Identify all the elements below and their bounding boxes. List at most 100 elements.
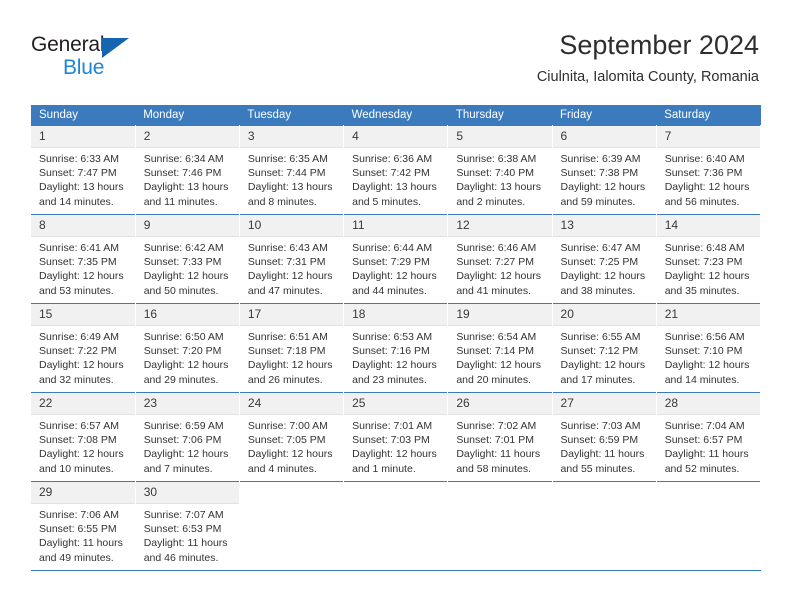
day-cell[interactable]: 4 Sunrise: 6:36 AM Sunset: 7:42 PM Daylight… — [343, 125, 449, 215]
day-number: 21 — [656, 304, 760, 326]
sunrise-text: Sunrise: 6:59 AM — [143, 420, 224, 432]
day-cell[interactable]: 23 Sunrise: 6:59 AM Sunset: 7:06 PM Dayligh… — [135, 392, 240, 482]
general-blue-logo: General Blue — [31, 33, 151, 81]
day-cell[interactable]: 22 Sunrise: 6:57 AM Sunset: 7:08 PM Dayligh… — [31, 392, 136, 482]
sunset-text: Sunset: 7:27 PM — [456, 256, 534, 269]
day-details: Sunrise: 6:38 AM Sunset: 7:40 PM Daylight:… — [448, 148, 551, 209]
sunset-text: Sunset: 7:40 PM — [456, 167, 534, 180]
day-cell[interactable]: 8 Sunrise: 6:41 AM Sunset: 7:35 PM Daylight… — [31, 214, 136, 304]
day-cell[interactable]: 2 Sunrise: 6:34 AM Sunset: 7:46 PM Daylight… — [135, 125, 240, 215]
day-number: 18 — [344, 304, 448, 326]
day-cell[interactable]: 21 Sunrise: 6:56 AM Sunset: 7:10 PM Dayligh… — [656, 303, 762, 393]
daylight-text: Daylight: 12 hours and 44 minutes. — [352, 270, 437, 297]
sunrise-text: Sunrise: 6:39 AM — [560, 153, 641, 165]
day-cell[interactable]: 16 Sunrise: 6:50 AM Sunset: 7:20 PM Dayligh… — [135, 303, 240, 393]
daylight-text: Daylight: 12 hours and 17 minutes. — [560, 359, 646, 386]
day-cell[interactable]: 1 Sunrise: 6:33 AM Sunset: 7:47 PM Daylight… — [31, 125, 136, 215]
sunrise-text: Sunrise: 6:33 AM — [39, 153, 119, 165]
day-cell[interactable]: 5 Sunrise: 6:38 AM Sunset: 7:40 PM Daylight… — [447, 125, 553, 215]
day-cell[interactable]: 11 Sunrise: 6:44 AM Sunset: 7:29 PM Dayligh… — [343, 214, 449, 304]
day-details: Sunrise: 7:03 AM Sunset: 6:59 PM Daylight:… — [553, 415, 656, 476]
daylight-text: Daylight: 12 hours and 4 minutes. — [247, 448, 333, 475]
page-header: General Blue September 2024 Ciulnita, Ia… — [0, 0, 792, 100]
calendar-grid: Sunday Monday Tuesday Wednesday Thursday… — [31, 105, 762, 571]
day-cell[interactable]: 14 Sunrise: 6:48 AM Sunset: 7:23 PM Dayligh… — [656, 214, 762, 304]
day-cell[interactable]: 18 Sunrise: 6:53 AM Sunset: 7:16 PM Dayligh… — [343, 303, 449, 393]
sunrise-text: Sunrise: 6:35 AM — [247, 153, 328, 165]
daylight-text: Daylight: 12 hours and 26 minutes. — [247, 359, 333, 386]
day-cell[interactable]: 7 Sunrise: 6:40 AM Sunset: 7:36 PM Daylight… — [656, 125, 762, 215]
day-cell[interactable]: 24 Sunrise: 7:00 AM Sunset: 7:05 PM Dayligh… — [239, 392, 345, 482]
day-details: Sunrise: 6:49 AM Sunset: 7:22 PM Daylight:… — [31, 326, 135, 387]
logo-text-blue: Blue — [63, 56, 105, 79]
day-number — [657, 482, 760, 503]
sunset-text: Sunset: 7:47 PM — [39, 167, 117, 180]
day-cell[interactable]: 13 Sunrise: 6:47 AM Sunset: 7:25 PM Dayligh… — [552, 214, 657, 304]
daylight-text: Daylight: 11 hours and 55 minutes. — [560, 448, 645, 475]
calendar-week-row: 29 Sunrise: 7:06 AM Sunset: 6:55 PM Dayligh… — [31, 481, 762, 571]
sunrise-text: Sunrise: 6:46 AM — [456, 242, 537, 254]
day-cell[interactable]: 20 Sunrise: 6:55 AM Sunset: 7:12 PM Dayligh… — [552, 303, 657, 393]
daylight-text: Daylight: 12 hours and 10 minutes. — [39, 448, 124, 475]
sunset-text: Sunset: 7:33 PM — [143, 256, 222, 269]
logo-text-general: General — [31, 33, 105, 56]
day-cell[interactable]: 12 Sunrise: 6:46 AM Sunset: 7:27 PM Dayligh… — [447, 214, 553, 304]
day-cell[interactable]: 30 Sunrise: 7:07 AM Sunset: 6:53 PM Dayligh… — [135, 481, 240, 571]
day-details: Sunrise: 6:47 AM Sunset: 7:25 PM Daylight:… — [553, 237, 656, 298]
calendar-header-row: Sunday Monday Tuesday Wednesday Thursday… — [31, 105, 761, 126]
sunrise-text: Sunrise: 6:38 AM — [456, 153, 537, 165]
sunset-text: Sunset: 7:05 PM — [247, 434, 326, 447]
sunset-text: Sunset: 7:18 PM — [247, 345, 326, 358]
day-number: 23 — [135, 393, 239, 415]
daylight-text: Daylight: 12 hours and 47 minutes. — [247, 270, 333, 297]
daylight-text: Daylight: 12 hours and 41 minutes. — [456, 270, 541, 297]
day-cell[interactable]: 25 Sunrise: 7:01 AM Sunset: 7:03 PM Dayligh… — [343, 392, 449, 482]
day-number: 1 — [31, 126, 135, 148]
daylight-text: Daylight: 11 hours and 58 minutes. — [456, 448, 541, 475]
weekday-header-thursday: Thursday — [447, 105, 553, 126]
day-cell[interactable]: 27 Sunrise: 7:03 AM Sunset: 6:59 PM Dayligh… — [552, 392, 657, 482]
weekday-header-monday: Monday — [135, 105, 240, 126]
sunrise-text: Sunrise: 6:36 AM — [352, 153, 433, 165]
day-details: Sunrise: 6:59 AM Sunset: 7:06 PM Daylight:… — [136, 415, 239, 476]
day-cell[interactable]: 17 Sunrise: 6:51 AM Sunset: 7:18 PM Dayligh… — [239, 303, 345, 393]
day-cell-empty — [447, 481, 553, 571]
daylight-text: Daylight: 12 hours and 32 minutes. — [39, 359, 124, 386]
day-cell[interactable]: 19 Sunrise: 6:54 AM Sunset: 7:14 PM Dayligh… — [447, 303, 553, 393]
sunset-text: Sunset: 7:29 PM — [352, 256, 430, 269]
day-cell[interactable]: 28 Sunrise: 7:04 AM Sunset: 6:57 PM Dayligh… — [656, 392, 762, 482]
daylight-text: Daylight: 12 hours and 20 minutes. — [456, 359, 541, 386]
sunrise-text: Sunrise: 6:40 AM — [664, 153, 745, 165]
day-number: 4 — [344, 126, 448, 148]
weekday-header-saturday: Saturday — [656, 105, 761, 126]
day-cell[interactable]: 3 Sunrise: 6:35 AM Sunset: 7:44 PM Daylight… — [239, 125, 345, 215]
day-cell-empty — [552, 481, 657, 571]
calendar-week-row: 8 Sunrise: 6:41 AM Sunset: 7:35 PM Daylight… — [31, 214, 762, 304]
day-details: Sunrise: 7:02 AM Sunset: 7:01 PM Daylight:… — [448, 415, 551, 476]
day-details: Sunrise: 7:07 AM Sunset: 6:53 PM Daylight:… — [136, 504, 239, 565]
day-cell[interactable]: 26 Sunrise: 7:02 AM Sunset: 7:01 PM Dayligh… — [447, 392, 553, 482]
day-details: Sunrise: 6:42 AM Sunset: 7:33 PM Daylight:… — [136, 237, 239, 298]
sunrise-text: Sunrise: 7:02 AM — [456, 420, 537, 432]
sunrise-text: Sunrise: 7:03 AM — [560, 420, 641, 432]
day-cell[interactable]: 10 Sunrise: 6:43 AM Sunset: 7:31 PM Dayligh… — [239, 214, 345, 304]
day-number: 29 — [31, 482, 135, 504]
sunset-text: Sunset: 7:12 PM — [560, 345, 639, 358]
logo-triangle-icon — [102, 38, 129, 58]
daylight-text: Daylight: 13 hours and 2 minutes. — [456, 181, 541, 208]
day-cell[interactable]: 29 Sunrise: 7:06 AM Sunset: 6:55 PM Dayligh… — [31, 481, 136, 571]
day-number: 27 — [552, 393, 656, 415]
sunrise-text: Sunrise: 6:49 AM — [39, 331, 119, 343]
day-cell[interactable]: 15 Sunrise: 6:49 AM Sunset: 7:22 PM Dayligh… — [31, 303, 136, 393]
day-number: 13 — [552, 215, 656, 237]
day-cell[interactable]: 9 Sunrise: 6:42 AM Sunset: 7:33 PM Daylight… — [135, 214, 240, 304]
day-number: 30 — [135, 482, 239, 504]
day-cell[interactable]: 6 Sunrise: 6:39 AM Sunset: 7:38 PM Daylight… — [552, 125, 657, 215]
sunrise-text: Sunrise: 6:43 AM — [247, 242, 328, 254]
sunrise-text: Sunrise: 6:48 AM — [664, 242, 745, 254]
sunset-text: Sunset: 7:22 PM — [39, 345, 117, 358]
weekday-header-tuesday: Tuesday — [239, 105, 344, 126]
sunset-text: Sunset: 7:03 PM — [352, 434, 430, 447]
daylight-text: Daylight: 12 hours and 38 minutes. — [560, 270, 646, 297]
sunrise-text: Sunrise: 6:34 AM — [143, 153, 224, 165]
